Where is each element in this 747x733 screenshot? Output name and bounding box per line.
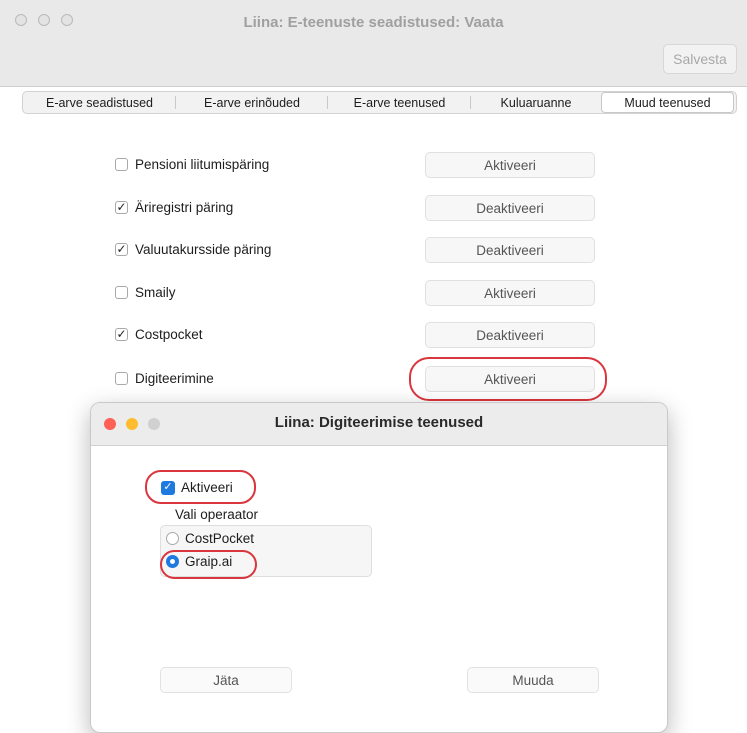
tab-kuluaruanne[interactable]: Kuluaruanne [471, 92, 601, 113]
service-label: Smaily [135, 284, 176, 300]
main-titlebar: Liina: E-teenuste seadistused: Vaata Sal… [0, 0, 747, 87]
tab-muud-teenused[interactable]: Muud teenused [601, 92, 734, 113]
window-title: Liina: E-teenuste seadistused: Vaata [243, 14, 504, 31]
service-label: Digiteerimine [135, 370, 214, 386]
operator-option-costpocket[interactable]: CostPocket [166, 531, 254, 546]
tab-label: Muud teenused [624, 95, 711, 110]
service-label: Costpocket [135, 326, 203, 342]
pensioni-activate-button[interactable]: Aktiveeri [425, 152, 595, 178]
operator-group-label: Vali operaator [175, 507, 259, 522]
operator-label: CostPocket [185, 531, 255, 546]
tab-e-arve-seadistused[interactable]: E-arve seadistused [23, 92, 176, 113]
valuutakursside-checkbox[interactable]: ✓ [115, 242, 128, 256]
costpocket-radio[interactable] [166, 532, 179, 545]
highlight-graip-option [160, 550, 257, 579]
digitization-dialog: Liina: Digiteerimise teenused ✓ Aktiveer… [90, 402, 668, 733]
tab-bar: E-arve seadistused E-arve erinõuded E-ar… [22, 91, 737, 114]
valuutakursside-deactivate-button[interactable]: Deaktiveeri [425, 237, 595, 263]
tab-e-arve-teenused[interactable]: E-arve teenused [328, 92, 471, 113]
tab-label: Kuluaruanne [500, 95, 572, 110]
save-button[interactable]: Salvesta [663, 44, 737, 74]
tab-e-arve-erinouded[interactable]: E-arve erinõuded [176, 92, 328, 113]
leave-button[interactable]: Jäta [160, 667, 292, 693]
service-label: Äriregistri päring [135, 199, 234, 215]
highlight-digiteerimine-button [409, 357, 607, 401]
costpocket-checkbox[interactable]: ✓ [115, 327, 128, 341]
change-button[interactable]: Muuda [467, 667, 599, 693]
service-row-pensioni: Pensioni liitumispäring [115, 153, 269, 175]
dialog-title: Liina: Digiteerimise teenused [274, 414, 484, 431]
tab-label: E-arve teenused [353, 95, 446, 110]
service-label: Pensioni liitumispäring [135, 156, 270, 172]
service-row-digiteerimine: Digiteerimine [115, 367, 214, 389]
highlight-activate-checkbox [145, 470, 256, 504]
costpocket-deactivate-button[interactable]: Deaktiveeri [425, 322, 595, 348]
tab-label: E-arve seadistused [45, 95, 153, 110]
service-row-valuutakursside: ✓ Valuutakursside päring [115, 238, 271, 260]
smaily-activate-button[interactable]: Aktiveeri [425, 280, 595, 306]
service-row-costpocket: ✓ Costpocket [115, 323, 203, 345]
tab-label: E-arve erinõuded [204, 95, 300, 110]
service-row-ariregistri: ✓ Äriregistri päring [115, 196, 233, 218]
ariregistri-deactivate-button[interactable]: Deaktiveeri [425, 195, 595, 221]
dialog-titlebar: Liina: Digiteerimise teenused [91, 403, 667, 446]
ariregistri-checkbox[interactable]: ✓ [115, 200, 128, 214]
digiteerimine-checkbox[interactable] [115, 371, 128, 385]
pensioni-checkbox[interactable] [115, 157, 128, 171]
service-label: Valuutakursside päring [135, 241, 272, 257]
smaily-checkbox[interactable] [115, 285, 128, 299]
service-row-smaily: Smaily [115, 281, 176, 303]
